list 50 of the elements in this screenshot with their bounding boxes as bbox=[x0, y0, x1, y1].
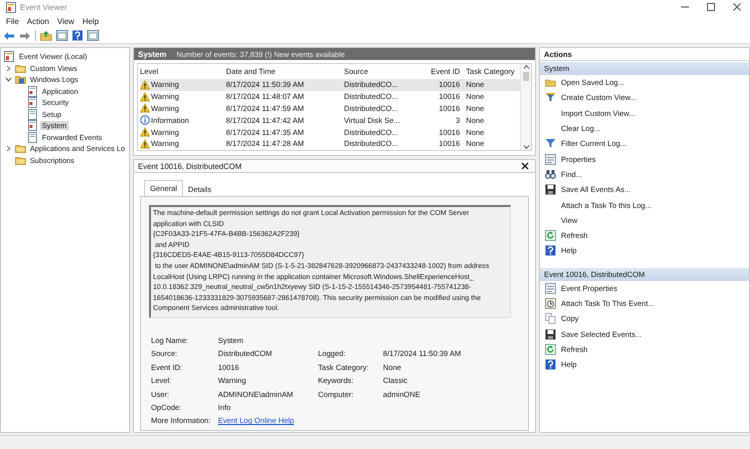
event-viewer-icon bbox=[4, 51, 15, 62]
copy-icon[interactable] bbox=[545, 313, 556, 324]
folder-icon bbox=[15, 154, 26, 166]
funnel-icon[interactable] bbox=[545, 92, 556, 104]
warning-icon bbox=[140, 127, 150, 138]
log-icon bbox=[27, 97, 38, 108]
pane-title: System bbox=[138, 50, 166, 58]
help-icon[interactable] bbox=[545, 245, 556, 256]
panel-icon[interactable] bbox=[56, 30, 68, 41]
warning-icon bbox=[140, 92, 150, 102]
back-arrow-icon[interactable] bbox=[3, 30, 15, 40]
close-icon[interactable] bbox=[732, 2, 742, 12]
binoculars-icon[interactable] bbox=[545, 168, 556, 180]
warning-icon bbox=[140, 138, 150, 149]
info-icon bbox=[140, 115, 150, 126]
log-icon bbox=[27, 86, 38, 97]
menu-item[interactable]: View bbox=[55, 16, 80, 26]
folder-icon[interactable] bbox=[545, 77, 556, 88]
warning-icon bbox=[140, 80, 150, 90]
chevron-down-icon[interactable] bbox=[5, 76, 12, 84]
clock-icon[interactable] bbox=[545, 298, 556, 309]
folder-icon bbox=[15, 62, 26, 74]
scroll-up-icon[interactable] bbox=[522, 64, 530, 70]
maximize-icon[interactable] bbox=[706, 2, 716, 12]
refresh-icon[interactable] bbox=[545, 344, 556, 355]
scroll-down-icon[interactable] bbox=[522, 144, 530, 150]
properties-icon[interactable] bbox=[545, 154, 556, 165]
forward-arrow-icon[interactable] bbox=[19, 30, 31, 40]
menu-item[interactable]: Action bbox=[24, 16, 56, 26]
panel-icon[interactable] bbox=[87, 30, 99, 41]
menu-item[interactable]: Help bbox=[80, 16, 105, 26]
scrollbar[interactable] bbox=[520, 64, 531, 150]
refresh-icon[interactable] bbox=[545, 230, 556, 242]
help-icon[interactable] bbox=[72, 30, 83, 41]
folder-icon bbox=[15, 74, 26, 86]
log-icon bbox=[27, 108, 38, 120]
log-icon bbox=[27, 132, 38, 143]
scroll-thumb[interactable] bbox=[523, 72, 529, 81]
chevron-right-icon[interactable] bbox=[5, 145, 12, 152]
folder-icon bbox=[15, 143, 26, 154]
folder-up-icon[interactable] bbox=[40, 30, 52, 41]
chevron-right-icon[interactable] bbox=[5, 64, 12, 72]
close-icon[interactable] bbox=[521, 162, 529, 170]
warning-icon bbox=[140, 103, 150, 114]
log-icon bbox=[27, 120, 38, 132]
help-icon[interactable] bbox=[545, 359, 556, 370]
window-title: Event Viewer bbox=[20, 2, 67, 12]
menu-item[interactable]: File bbox=[4, 16, 25, 26]
funnel-icon[interactable] bbox=[545, 138, 556, 150]
properties-icon[interactable] bbox=[545, 282, 556, 294]
